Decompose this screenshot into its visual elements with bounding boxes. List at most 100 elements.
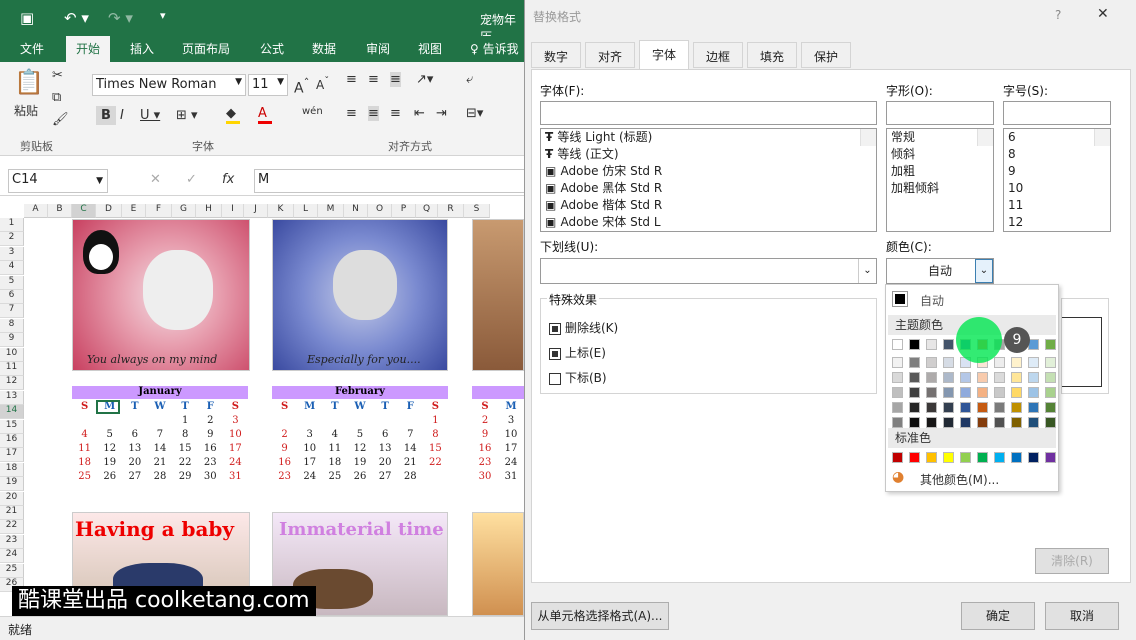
color-swatch[interactable] bbox=[943, 339, 954, 350]
tab-data[interactable]: 数据 bbox=[312, 40, 336, 57]
day-cell[interactable]: 8 bbox=[173, 428, 198, 442]
column-header[interactable]: G bbox=[172, 204, 196, 218]
day-cell[interactable] bbox=[322, 414, 347, 428]
font-list-item[interactable]: Ŧ 等线 Light (标题) bbox=[541, 129, 876, 146]
day-cell[interactable] bbox=[347, 414, 372, 428]
merge-icon[interactable]: ⊟▾ bbox=[466, 106, 483, 121]
day-cell[interactable]: 24 bbox=[297, 470, 322, 484]
pick-from-cell-button[interactable]: 从单元格选择格式(A)... bbox=[531, 602, 669, 630]
color-swatch[interactable] bbox=[926, 387, 937, 398]
size-list-item[interactable]: 10 bbox=[1004, 180, 1110, 197]
increase-indent-icon[interactable]: ⇥ bbox=[436, 106, 447, 121]
strikethrough-checkbox[interactable]: 删除线(K) bbox=[549, 319, 618, 336]
tab-tell-me[interactable]: ♀ 告诉我 bbox=[470, 40, 519, 57]
cancel-button[interactable]: 取消 bbox=[1045, 602, 1119, 630]
tab-home[interactable]: 开始 bbox=[66, 36, 111, 62]
name-box[interactable]: C14 ▼ bbox=[8, 169, 108, 193]
color-swatch[interactable] bbox=[892, 372, 903, 383]
day-cell[interactable]: 24 bbox=[498, 456, 524, 470]
color-swatch[interactable] bbox=[1045, 357, 1056, 368]
formula-input[interactable]: M bbox=[254, 169, 524, 193]
color-swatch[interactable] bbox=[960, 452, 971, 463]
row-header[interactable]: 7 bbox=[0, 304, 24, 319]
day-cell[interactable]: 5 bbox=[347, 428, 372, 442]
align-middle-icon[interactable]: ≡ bbox=[368, 72, 379, 87]
day-cell[interactable]: 3 bbox=[297, 428, 322, 442]
color-swatch[interactable] bbox=[994, 372, 1005, 383]
copy-icon[interactable]: ⧉ bbox=[52, 90, 61, 105]
row-header[interactable]: 17 bbox=[0, 448, 24, 463]
superscript-checkbox[interactable]: 上标(E) bbox=[549, 344, 606, 361]
row-header[interactable]: 19 bbox=[0, 477, 24, 492]
day-cell[interactable]: 25 bbox=[322, 470, 347, 484]
day-cell[interactable]: 23 bbox=[198, 456, 223, 470]
color-swatch[interactable] bbox=[943, 452, 954, 463]
column-header[interactable]: M bbox=[318, 204, 344, 218]
save-icon[interactable]: ▣ bbox=[20, 9, 34, 27]
day-cell[interactable]: 25 bbox=[72, 470, 97, 484]
day-cell[interactable]: 4 bbox=[322, 428, 347, 442]
day-cell[interactable]: 5 bbox=[97, 428, 122, 442]
color-swatch[interactable] bbox=[909, 452, 920, 463]
color-swatch[interactable] bbox=[1045, 452, 1056, 463]
color-swatch[interactable] bbox=[1028, 452, 1039, 463]
italic-icon[interactable]: I bbox=[120, 108, 124, 123]
color-swatch[interactable] bbox=[994, 357, 1005, 368]
day-cell[interactable]: 1 bbox=[173, 414, 198, 428]
color-swatch[interactable] bbox=[926, 372, 937, 383]
style-list-item[interactable]: 倾斜 bbox=[887, 146, 993, 163]
cut-icon[interactable]: ✂ bbox=[52, 68, 63, 83]
day-cell[interactable]: 9 bbox=[272, 442, 297, 456]
borders-icon[interactable]: ⊞ ▾ bbox=[176, 108, 198, 123]
tab-insert[interactable]: 插入 bbox=[130, 40, 154, 57]
color-swatch[interactable] bbox=[1011, 372, 1022, 383]
day-cell[interactable]: 30 bbox=[472, 470, 498, 484]
color-swatch[interactable] bbox=[943, 372, 954, 383]
style-list[interactable]: 常规 倾斜 加粗 加粗倾斜 bbox=[886, 128, 994, 232]
day-cell[interactable] bbox=[423, 470, 448, 484]
tab-border[interactable]: 边框 bbox=[693, 42, 744, 68]
row-header[interactable]: 11 bbox=[0, 362, 24, 376]
tab-formulas[interactable]: 公式 bbox=[260, 40, 284, 57]
row-header[interactable]: 24 bbox=[0, 549, 24, 564]
color-swatch[interactable] bbox=[892, 417, 903, 428]
row-header[interactable]: 6 bbox=[0, 290, 24, 304]
size-list[interactable]: 6 8 9 10 11 12 bbox=[1003, 128, 1111, 232]
size-list-item[interactable]: 11 bbox=[1004, 197, 1110, 214]
style-list-item[interactable]: 加粗 bbox=[887, 163, 993, 180]
color-swatch[interactable] bbox=[977, 387, 988, 398]
tab-file[interactable]: 文件 bbox=[20, 40, 44, 57]
color-swatch[interactable] bbox=[892, 339, 903, 350]
day-cell[interactable]: 6 bbox=[373, 428, 398, 442]
row-header[interactable]: 18 bbox=[0, 462, 24, 477]
day-cell[interactable]: 20 bbox=[373, 456, 398, 470]
color-swatch[interactable] bbox=[994, 452, 1005, 463]
column-header[interactable]: R bbox=[438, 204, 464, 218]
column-header[interactable]: K bbox=[268, 204, 294, 218]
selected-cell[interactable] bbox=[96, 400, 120, 414]
color-swatch[interactable] bbox=[1028, 417, 1039, 428]
orientation-icon[interactable]: ↗▾ bbox=[416, 72, 433, 87]
column-header[interactable]: B bbox=[48, 204, 72, 218]
day-cell[interactable]: 15 bbox=[423, 442, 448, 456]
tab-view[interactable]: 视图 bbox=[418, 40, 442, 57]
row-header[interactable]: 16 bbox=[0, 434, 24, 448]
color-swatch[interactable] bbox=[943, 387, 954, 398]
day-cell[interactable]: 13 bbox=[373, 442, 398, 456]
column-header[interactable]: H bbox=[196, 204, 222, 218]
color-swatch[interactable] bbox=[1028, 372, 1039, 383]
color-swatch[interactable] bbox=[926, 452, 937, 463]
day-cell[interactable]: 22 bbox=[173, 456, 198, 470]
align-center-icon[interactable]: ≡ bbox=[368, 106, 379, 121]
column-header[interactable]: L bbox=[294, 204, 318, 218]
paste-label[interactable]: 粘贴 bbox=[14, 102, 38, 119]
size-list-item[interactable]: 9 bbox=[1004, 163, 1110, 180]
color-swatch[interactable] bbox=[909, 372, 920, 383]
day-cell[interactable]: 8 bbox=[423, 428, 448, 442]
color-swatch[interactable] bbox=[1011, 387, 1022, 398]
color-swatch[interactable] bbox=[926, 417, 937, 428]
column-header[interactable]: S bbox=[464, 204, 490, 218]
color-swatch[interactable] bbox=[960, 402, 971, 413]
color-swatch[interactable] bbox=[909, 417, 920, 428]
color-swatch[interactable] bbox=[977, 417, 988, 428]
